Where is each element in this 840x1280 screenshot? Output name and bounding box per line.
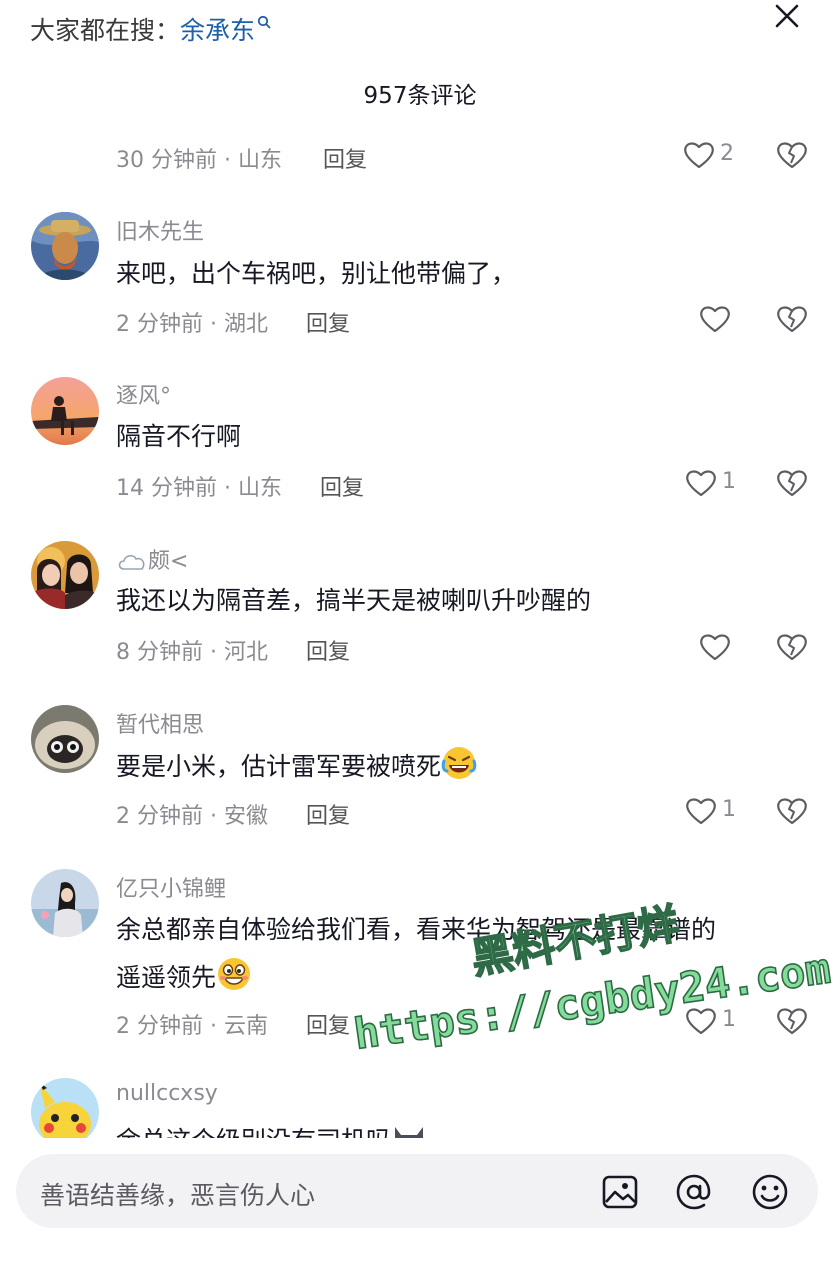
avatar[interactable]: [31, 377, 99, 445]
comment-text-line-2: 遥遥领先: [116, 963, 217, 992]
comment-text: 来吧，出个车祸吧，别让他带偏了，: [116, 259, 517, 288]
comment-username[interactable]: 旧木先生: [116, 214, 204, 246]
comment-username[interactable]: 逐风°: [116, 378, 171, 410]
comment-meta: 30 分钟前 · 山东: [116, 148, 282, 173]
comment-meta: 14 分钟前 · 山东: [116, 476, 282, 501]
reply-button[interactable]: 回复: [306, 634, 350, 666]
reply-button[interactable]: 回复: [320, 470, 364, 502]
avatar[interactable]: [31, 869, 99, 937]
like-button[interactable]: 1: [684, 794, 740, 828]
comment-text: 要是小米，估计雷军要被喷死: [116, 745, 806, 788]
grinning-emoji-icon: [216, 956, 252, 992]
heart-icon: [684, 142, 714, 169]
reply-button[interactable]: 回复: [323, 142, 367, 174]
avatar[interactable]: [31, 541, 99, 609]
dislike-button[interactable]: [775, 1004, 809, 1038]
comment-meta: 2 分钟前 · 湖北: [116, 312, 268, 337]
avatar[interactable]: [31, 1078, 99, 1146]
dislike-button[interactable]: [775, 466, 809, 500]
at-icon[interactable]: [674, 1172, 714, 1212]
heart-icon: [686, 470, 716, 497]
comment-meta: 2 分钟前 · 安徽: [116, 804, 268, 829]
comment-text-body: 要是小米，估计雷军要被喷死: [116, 752, 442, 781]
dislike-button[interactable]: [775, 138, 809, 172]
image-icon[interactable]: [600, 1172, 640, 1212]
heart-icon: [700, 306, 730, 333]
comment-text: 余总都亲自体验给我们看，看来华为智驾还是最靠谱的 遥遥领先: [116, 909, 806, 999]
hot-search-keyword[interactable]: 余承东: [180, 16, 255, 45]
like-button[interactable]: [698, 630, 754, 664]
dislike-heart-icon: [777, 470, 807, 497]
reply-button[interactable]: 回复: [306, 306, 350, 338]
dislike-button[interactable]: [775, 794, 809, 828]
dislike-heart-icon: [777, 142, 807, 169]
dislike-button[interactable]: [775, 630, 809, 664]
like-button[interactable]: 1: [684, 466, 740, 500]
top-bar: 大家都在搜：余承东: [0, 0, 840, 50]
comment-meta: 8 分钟前 · 河北: [116, 640, 268, 665]
username-text: 颇<: [148, 549, 189, 574]
heart-icon: [686, 798, 716, 825]
like-count: 2: [720, 141, 734, 166]
comment-text-line: 遥遥领先: [116, 956, 806, 999]
avatar[interactable]: [31, 705, 99, 773]
like-button[interactable]: [698, 302, 754, 336]
cloud-icon: [116, 551, 148, 577]
comment-meta: 2 分钟前 · 云南: [116, 1014, 268, 1039]
comment-count-title: 957条评论: [363, 83, 477, 109]
hot-search[interactable]: 大家都在搜：余承东: [30, 6, 271, 47]
comment-username[interactable]: 颇<: [116, 543, 188, 577]
like-button[interactable]: 2: [682, 138, 738, 172]
comment-input-placeholder: 善语结善缘，恶言伤人心: [40, 1181, 316, 1210]
like-button[interactable]: 1: [684, 1004, 740, 1038]
laughing-emoji-icon: [441, 745, 477, 781]
heart-icon: [686, 1008, 716, 1035]
like-count: 1: [722, 797, 736, 822]
dislike-heart-icon: [777, 306, 807, 333]
comment-username[interactable]: nullccxsy: [116, 1081, 218, 1106]
like-count: 1: [722, 1007, 736, 1032]
reply-button[interactable]: 回复: [306, 1008, 350, 1040]
reply-button[interactable]: 回复: [306, 798, 350, 830]
heart-icon: [700, 634, 730, 661]
comment-input[interactable]: 善语结善缘，恶言伤人心: [16, 1154, 818, 1228]
close-icon[interactable]: [770, 0, 804, 34]
dislike-button[interactable]: [775, 302, 809, 336]
comment-text-line: 余总都亲自体验给我们看，看来华为智驾还是最靠谱的: [116, 915, 717, 944]
hot-search-label: 大家都在搜：: [30, 16, 181, 45]
comment-username[interactable]: 亿只小锦鲤: [116, 871, 226, 903]
dislike-heart-icon: [777, 1008, 807, 1035]
comment-input-bar: 善语结善缘，恶言伤人心: [0, 1138, 840, 1280]
dislike-heart-icon: [777, 634, 807, 661]
like-count: 1: [722, 469, 736, 494]
comment-text: 我还以为隔音差，搞半天是被喇叭升吵醒的: [116, 586, 592, 615]
search-icon: [257, 6, 271, 35]
comment-text: 隔音不行啊: [116, 422, 242, 451]
dislike-heart-icon: [777, 798, 807, 825]
comment-username[interactable]: 暂代相思: [116, 707, 204, 739]
avatar[interactable]: [31, 212, 99, 280]
emoji-icon[interactable]: [750, 1172, 790, 1212]
